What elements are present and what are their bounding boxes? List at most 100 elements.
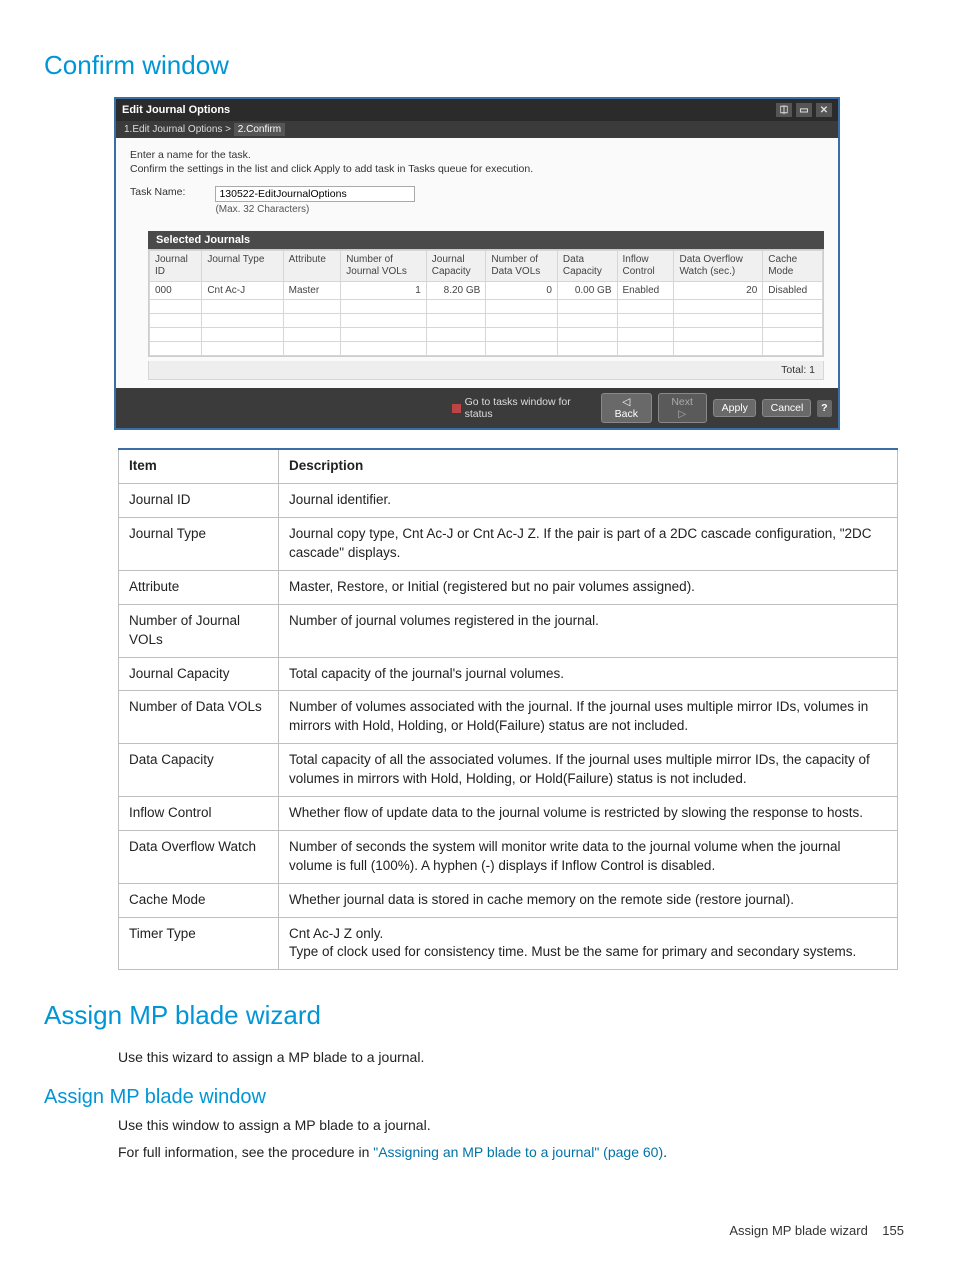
cell-description: Whether journal data is stored in cache … bbox=[279, 883, 898, 917]
page-footer: Assign MP blade wizard 155 bbox=[44, 1223, 910, 1238]
table-row: Number of Journal VOLsNumber of journal … bbox=[119, 604, 898, 657]
col-inflow-control: InflowControl bbox=[617, 251, 674, 282]
description-table-wrap: Item Description Journal IDJournal ident… bbox=[118, 448, 910, 970]
cell-journal-type: Cnt Ac-J bbox=[202, 282, 283, 300]
cancel-button[interactable]: Cancel bbox=[762, 399, 811, 417]
paragraph: Use this wizard to assign a MP blade to … bbox=[118, 1047, 910, 1068]
cell-item: Data Overflow Watch bbox=[119, 830, 279, 883]
cell-description: Total capacity of the journal's journal … bbox=[279, 657, 898, 691]
cell-item: Journal Capacity bbox=[119, 657, 279, 691]
task-name-row: Task Name: (Max. 32 Characters) bbox=[130, 186, 824, 215]
col-description: Description bbox=[279, 449, 898, 483]
cell-data-capacity: 0.00 GB bbox=[557, 282, 617, 300]
table-row: Inflow ControlWhether flow of update dat… bbox=[119, 797, 898, 831]
wizard-step-2: 2.Confirm bbox=[234, 123, 285, 136]
cell-description: Number of journal volumes registered in … bbox=[279, 604, 898, 657]
cell-description: Master, Restore, or Initial (registered … bbox=[279, 570, 898, 604]
selected-journals-table: JournalID Journal Type Attribute Number … bbox=[149, 250, 823, 356]
dialog-body: Enter a name for the task. Confirm the s… bbox=[116, 138, 838, 388]
dialog-titlebar: Edit Journal Options ⎅ ▭ ✕ bbox=[116, 99, 838, 121]
back-button[interactable]: ◁ Back bbox=[601, 393, 652, 423]
col-journal-id: JournalID bbox=[150, 251, 202, 282]
cell-item: Attribute bbox=[119, 570, 279, 604]
cross-reference-link[interactable]: "Assigning an MP blade to a journal" (pa… bbox=[373, 1144, 663, 1160]
col-journal-capacity: JournalCapacity bbox=[426, 251, 486, 282]
heading-confirm-window: Confirm window bbox=[44, 50, 910, 81]
cell-item: Number of Data VOLs bbox=[119, 691, 279, 744]
col-data-overflow-watch: Data OverflowWatch (sec.) bbox=[674, 251, 763, 282]
cell-data-overflow-watch: 20 bbox=[674, 282, 763, 300]
cell-item: Inflow Control bbox=[119, 797, 279, 831]
table-row: Timer TypeCnt Ac-J Z only.Type of clock … bbox=[119, 917, 898, 970]
table-row bbox=[150, 342, 823, 356]
table-row: Data CapacityTotal capacity of all the a… bbox=[119, 744, 898, 797]
table-total: Total: 1 bbox=[148, 361, 824, 380]
table-row: Journal IDJournal identifier. bbox=[119, 484, 898, 518]
table-row[interactable]: 000 Cnt Ac-J Master 1 8.20 GB 0 0.00 GB … bbox=[150, 282, 823, 300]
dialog-instructions: Enter a name for the task. Confirm the s… bbox=[130, 148, 824, 176]
cell-num-data-vols: 0 bbox=[486, 282, 558, 300]
dialog-title: Edit Journal Options bbox=[122, 104, 230, 116]
task-name-input[interactable] bbox=[215, 186, 415, 202]
table-row: Journal TypeJournal copy type, Cnt Ac-J … bbox=[119, 518, 898, 571]
footer-section-name: Assign MP blade wizard bbox=[729, 1223, 868, 1238]
table-row: Cache ModeWhether journal data is stored… bbox=[119, 883, 898, 917]
cell-attribute: Master bbox=[283, 282, 341, 300]
table-row bbox=[150, 314, 823, 328]
col-num-data-vols: Number ofData VOLs bbox=[486, 251, 558, 282]
cell-journal-id: 000 bbox=[150, 282, 202, 300]
col-journal-type: Journal Type bbox=[202, 251, 283, 282]
cell-description: Number of seconds the system will monito… bbox=[279, 830, 898, 883]
cell-description: Journal copy type, Cnt Ac-J or Cnt Ac-J … bbox=[279, 518, 898, 571]
selected-journals-table-wrap: JournalID Journal Type Attribute Number … bbox=[148, 249, 824, 357]
instr-line-2: Confirm the settings in the list and cli… bbox=[130, 162, 824, 176]
cell-inflow-control: Enabled bbox=[617, 282, 674, 300]
col-num-journal-vols: Number ofJournal VOLs bbox=[341, 251, 427, 282]
window-controls: ⎅ ▭ ✕ bbox=[776, 103, 832, 117]
table-row: AttributeMaster, Restore, or Initial (re… bbox=[119, 570, 898, 604]
col-cache-mode: CacheMode bbox=[763, 251, 823, 282]
paragraph: For full information, see the procedure … bbox=[118, 1142, 910, 1163]
heading-assign-mp-blade-wizard: Assign MP blade wizard bbox=[44, 1000, 910, 1031]
selected-journals-header: Selected Journals bbox=[148, 231, 824, 249]
cell-description: Number of volumes associated with the jo… bbox=[279, 691, 898, 744]
dialog-footer: Go to tasks window for status ◁ Back Nex… bbox=[116, 388, 838, 428]
task-name-label: Task Name: bbox=[130, 186, 185, 198]
col-data-capacity: DataCapacity bbox=[557, 251, 617, 282]
cell-description: Journal identifier. bbox=[279, 484, 898, 518]
cell-description: Cnt Ac-J Z only.Type of clock used for c… bbox=[279, 917, 898, 970]
paragraph-text: For full information, see the procedure … bbox=[118, 1144, 373, 1160]
filter-icon[interactable]: ⎅ bbox=[776, 103, 792, 117]
table-row: Data Overflow WatchNumber of seconds the… bbox=[119, 830, 898, 883]
apply-button[interactable]: Apply bbox=[713, 399, 756, 417]
cell-item: Journal ID bbox=[119, 484, 279, 518]
close-icon[interactable]: ✕ bbox=[816, 103, 832, 117]
cell-description: Total capacity of all the associated vol… bbox=[279, 744, 898, 797]
cell-item: Timer Type bbox=[119, 917, 279, 970]
table-row: Number of Data VOLsNumber of volumes ass… bbox=[119, 691, 898, 744]
cell-journal-capacity: 8.20 GB bbox=[426, 282, 486, 300]
wizard-step-sep: > bbox=[225, 124, 231, 135]
restore-icon[interactable]: ▭ bbox=[796, 103, 812, 117]
cell-description: Whether flow of update data to the journ… bbox=[279, 797, 898, 831]
edit-journal-options-dialog: Edit Journal Options ⎅ ▭ ✕ 1.Edit Journa… bbox=[114, 97, 840, 430]
cell-item: Data Capacity bbox=[119, 744, 279, 797]
paragraph: Use this window to assign a MP blade to … bbox=[118, 1115, 910, 1136]
wizard-step-1[interactable]: 1.Edit Journal Options bbox=[124, 124, 222, 135]
col-attribute: Attribute bbox=[283, 251, 341, 282]
table-row bbox=[150, 300, 823, 314]
footer-page-number: 155 bbox=[882, 1223, 904, 1238]
table-row bbox=[150, 328, 823, 342]
next-button: Next ▷ bbox=[658, 393, 707, 423]
help-button[interactable]: ? bbox=[817, 400, 832, 417]
status-text: Go to tasks window for status bbox=[465, 396, 595, 420]
col-item: Item bbox=[119, 449, 279, 483]
task-name-hint: (Max. 32 Characters) bbox=[215, 204, 415, 215]
wizard-steps: 1.Edit Journal Options > 2.Confirm bbox=[116, 121, 838, 138]
status-icon bbox=[452, 404, 461, 413]
cell-item: Number of Journal VOLs bbox=[119, 604, 279, 657]
status-link[interactable]: Go to tasks window for status bbox=[452, 396, 595, 420]
cell-item: Journal Type bbox=[119, 518, 279, 571]
paragraph-text: . bbox=[663, 1144, 667, 1160]
description-table: Item Description Journal IDJournal ident… bbox=[118, 448, 898, 970]
